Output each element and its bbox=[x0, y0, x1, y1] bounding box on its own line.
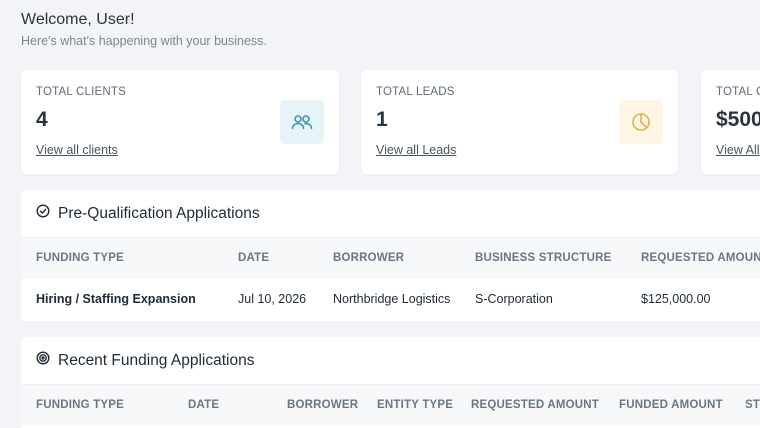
column-header[interactable]: BUSINESS STRUCTURE bbox=[475, 252, 612, 264]
panel-header: Pre-Qualification Applications bbox=[21, 190, 760, 237]
page-subtitle: Here's what's happening with your busine… bbox=[21, 34, 267, 48]
column-header[interactable]: FUNDED AMOUNT bbox=[619, 399, 723, 411]
column-header[interactable]: FUNDING TYPE bbox=[36, 252, 124, 264]
stat-label: TOTAL LEADS bbox=[376, 86, 455, 98]
stat-label: TOTAL C bbox=[716, 86, 760, 98]
column-header[interactable]: BORROWER bbox=[287, 399, 358, 411]
cell-business-structure: S-Corporation bbox=[475, 292, 553, 306]
target-icon bbox=[36, 351, 50, 370]
cell-borrower: Northbridge Logistics bbox=[333, 292, 451, 306]
column-header[interactable]: DATE bbox=[188, 399, 219, 411]
users-icon bbox=[280, 100, 324, 144]
check-circle-icon bbox=[36, 204, 50, 223]
table-header: FUNDING TYPE DATE BORROWER ENTITY TYPE R… bbox=[21, 384, 760, 426]
table-header: FUNDING TYPE DATE BORROWER BUSINESS STRU… bbox=[21, 237, 760, 279]
cell-funding-type: Hiring / Staffing Expansion bbox=[36, 292, 196, 306]
stat-value: 1 bbox=[376, 108, 388, 131]
column-header[interactable]: FUNDING TYPE bbox=[36, 399, 124, 411]
column-header[interactable]: BORROWER bbox=[333, 252, 404, 264]
pie-chart-icon bbox=[619, 100, 663, 144]
column-header[interactable]: ENTITY TYPE bbox=[377, 399, 453, 411]
panel-header: Recent Funding Applications bbox=[21, 337, 760, 384]
stat-value: $500 bbox=[716, 108, 760, 131]
stat-value: 4 bbox=[36, 108, 48, 131]
column-header[interactable]: REQUESTED AMOUNT bbox=[471, 399, 599, 411]
recent-funding-applications-panel: Recent Funding Applications FUNDING TYPE… bbox=[21, 337, 760, 428]
stat-label: TOTAL CLIENTS bbox=[36, 86, 126, 98]
panel-title: Pre-Qualification Applications bbox=[58, 204, 260, 222]
stat-card-leads: TOTAL LEADS 1 View all Leads bbox=[361, 70, 678, 174]
cell-date: Jul 10, 2026 bbox=[238, 292, 307, 306]
welcome-header: Welcome, User! Here's what's happening w… bbox=[21, 10, 267, 49]
stat-card-third: TOTAL C $500 View All bbox=[701, 70, 760, 174]
page-title: Welcome, User! bbox=[21, 11, 135, 28]
panel-title: Recent Funding Applications bbox=[58, 351, 255, 369]
column-header[interactable]: DATE bbox=[238, 252, 269, 264]
view-all-clients-link[interactable]: View all clients bbox=[36, 143, 118, 157]
prequal-applications-panel: Pre-Qualification Applications FUNDING T… bbox=[21, 190, 760, 321]
view-all-leads-link[interactable]: View all Leads bbox=[376, 143, 456, 157]
table-row[interactable]: Hiring / Staffing Expansion Jul 10, 2026… bbox=[21, 279, 760, 321]
column-header[interactable]: ST bbox=[745, 399, 760, 411]
view-all-link[interactable]: View All bbox=[716, 143, 760, 157]
dashboard-page: Welcome, User! Here's what's happening w… bbox=[0, 0, 760, 428]
stat-card-clients: TOTAL CLIENTS 4 View all clients bbox=[21, 70, 339, 174]
cell-requested-amount: $125,000.00 bbox=[641, 292, 711, 306]
column-header[interactable]: REQUESTED AMOUNT bbox=[641, 252, 760, 264]
